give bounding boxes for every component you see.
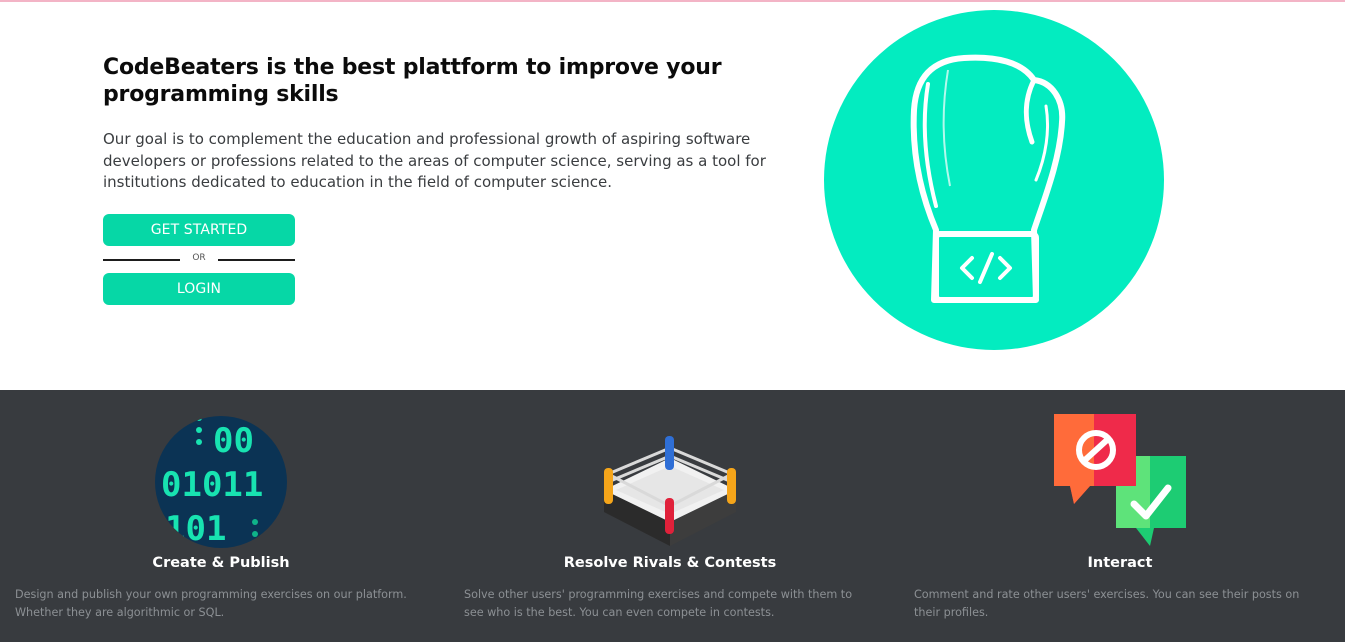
svg-text:101: 101 (165, 509, 226, 549)
feature-title: Create & Publish (152, 555, 290, 571)
or-divider: OR (103, 251, 295, 267)
hero-title: CodeBeaters is the best plattform to imp… (103, 55, 722, 107)
svg-text:10: 10 (209, 549, 250, 552)
feature-title: Resolve Rivals & Contests (563, 555, 777, 571)
feature-title: Interact (1087, 555, 1153, 571)
binary-code-icon: 00 01011 101 10 (151, 412, 291, 552)
feature-description: Comment and rate other users' exercises.… (914, 588, 1300, 619)
hero-section: CodeBeaters is the best plattform to imp… (0, 2, 1345, 390)
feature-interact: Interact Comment and rate other users' e… (914, 390, 1324, 642)
feature-description: Design and publish your own programming … (15, 588, 407, 619)
feature-create-publish: 00 01011 101 10 Create & Publish Design … (15, 390, 425, 642)
feature-resolve-rivals: Resolve Rivals & Contests Solve other us… (464, 390, 874, 642)
features-section: 00 01011 101 10 Create & Publish Design … (0, 390, 1345, 642)
svg-text:00: 00 (213, 421, 254, 461)
boxing-glove-code-icon (824, 10, 1164, 350)
divider-line-right (218, 259, 295, 261)
chat-bubbles-icon (1050, 412, 1190, 552)
svg-text:01011: 01011 (161, 465, 263, 505)
feature-description: Solve other users' programming exercises… (464, 588, 853, 619)
boxing-ring-icon (600, 412, 740, 552)
login-button[interactable]: LOGIN (103, 273, 295, 305)
or-label: OR (192, 253, 206, 263)
hero-description: Our goal is to complement the education … (103, 130, 766, 191)
get-started-button[interactable]: GET STARTED (103, 214, 295, 246)
